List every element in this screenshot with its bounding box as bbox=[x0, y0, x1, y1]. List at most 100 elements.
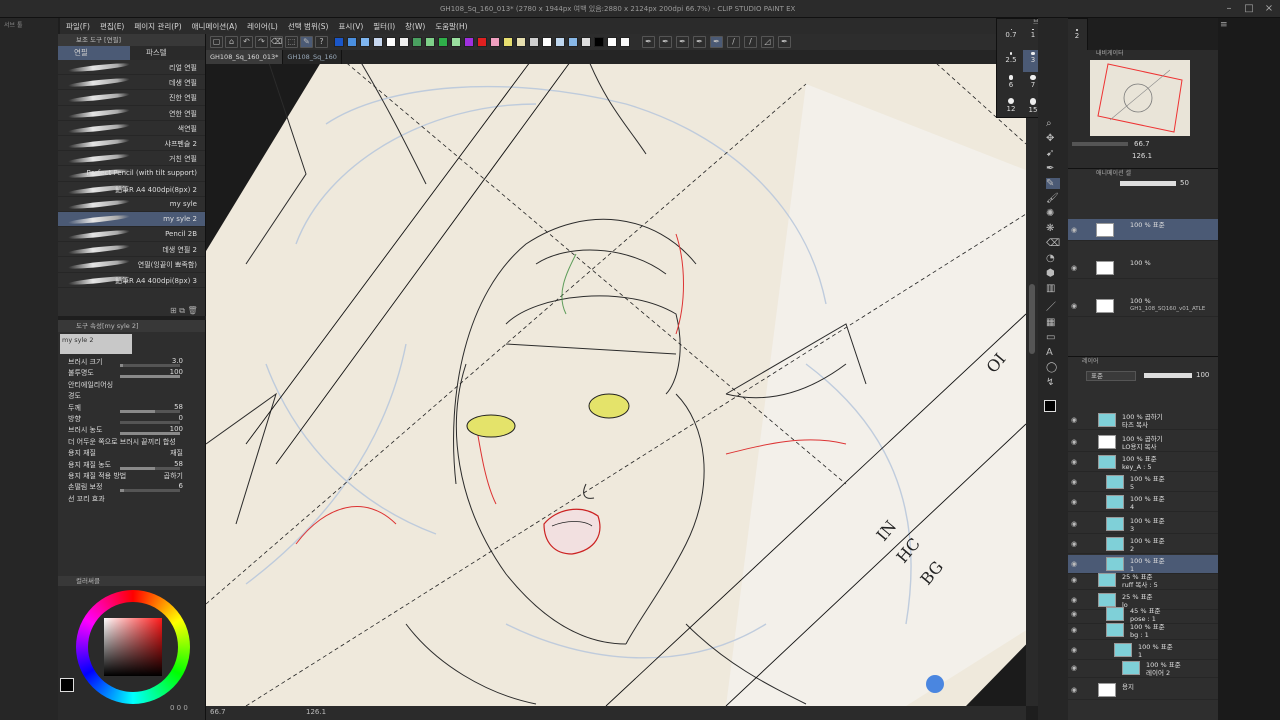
brush-item[interactable]: Pencil 2B bbox=[58, 227, 205, 243]
color-swatch-14[interactable] bbox=[516, 37, 526, 47]
brush-item[interactable]: 거친 연필 bbox=[58, 151, 205, 167]
animation-layer-row[interactable]: ◉ 100 % GH1_108_SQ160_v01_ATLE bbox=[1068, 295, 1218, 317]
main-color-swatch[interactable] bbox=[60, 678, 74, 692]
layer-opacity-slider[interactable] bbox=[1144, 373, 1192, 378]
color-swatch-22[interactable] bbox=[620, 37, 630, 47]
color-swatch-16[interactable] bbox=[542, 37, 552, 47]
blend-mode-select[interactable]: 표준 bbox=[1086, 371, 1136, 381]
panel-menu-icon[interactable]: ≡ bbox=[1220, 20, 1228, 30]
brush-item[interactable]: 색연필 bbox=[58, 121, 205, 136]
visibility-eye-icon[interactable]: ◉ bbox=[1070, 438, 1078, 446]
navigator-zoom[interactable]: 66.7 bbox=[1134, 140, 1150, 148]
brush-item[interactable]: 샤프펜슬 2 bbox=[58, 136, 205, 152]
subtool-actions-icons[interactable]: ⊞ ⧉ 🗑 bbox=[170, 306, 198, 316]
color-swatch-20[interactable] bbox=[594, 37, 604, 47]
menu-item-9[interactable]: 도움말(H) bbox=[435, 21, 467, 32]
visibility-eye-icon[interactable]: ◉ bbox=[1070, 664, 1078, 672]
color-swatch-7[interactable] bbox=[425, 37, 435, 47]
correct-line-tool-icon[interactable]: ↯ bbox=[1046, 377, 1060, 388]
tab-pencil[interactable]: 연필 bbox=[58, 46, 130, 60]
color-swatch-9[interactable] bbox=[451, 37, 461, 47]
layer-row[interactable]: ◉ 100 % 표준 1 bbox=[1068, 641, 1218, 660]
tab-document-2[interactable]: GH108_Sq_160 bbox=[283, 50, 342, 64]
pencil-tool-icon-dock[interactable]: ✎ bbox=[1046, 178, 1061, 189]
eraser-tool-icon[interactable]: ⌫ bbox=[1046, 238, 1060, 249]
zoom-tool-icon[interactable]: ⌕ bbox=[1046, 118, 1060, 129]
navigator-thumbnail[interactable] bbox=[1090, 60, 1190, 136]
color-swatch-13[interactable] bbox=[503, 37, 513, 47]
visibility-eye-icon[interactable]: ◉ bbox=[1070, 302, 1078, 310]
brush-item[interactable]: my syle bbox=[58, 197, 205, 212]
color-swatch-10[interactable] bbox=[464, 37, 474, 47]
color-swatch-2[interactable] bbox=[360, 37, 370, 47]
fill-tool-icon[interactable]: ⬢ bbox=[1046, 268, 1060, 279]
help-icon[interactable]: ? bbox=[315, 36, 328, 48]
layer-row[interactable]: ◉ 100 % 표준 bg : 1 bbox=[1068, 621, 1218, 640]
layer-row[interactable]: ◉ 100 % 표준 key_A : 5 bbox=[1068, 453, 1218, 472]
property-row[interactable]: 손떨림 보정 6 bbox=[58, 481, 205, 493]
menu-item-4[interactable]: 레이어(L) bbox=[247, 21, 278, 32]
canvas-drawing[interactable]: OI IN HC BG bbox=[206, 64, 1026, 706]
property-value[interactable]: 곱하기 bbox=[164, 471, 183, 481]
property-row[interactable]: 용지 재질 적용 방법 곱하기 bbox=[58, 470, 205, 481]
operation-tool-icon[interactable]: ➹ bbox=[1046, 148, 1060, 159]
visibility-eye-icon[interactable]: ◉ bbox=[1070, 458, 1078, 466]
color-swatch-4[interactable] bbox=[386, 37, 396, 47]
visibility-eye-icon[interactable]: ◉ bbox=[1070, 646, 1078, 654]
pen-tool-icon-dock[interactable]: ✒ bbox=[1046, 163, 1060, 174]
animation-opacity-value[interactable]: 50 bbox=[1180, 179, 1189, 187]
color-swatch-11[interactable] bbox=[477, 37, 487, 47]
property-row[interactable]: 방향 0 bbox=[58, 413, 205, 424]
layer-row[interactable]: ◉ 용지 bbox=[1068, 681, 1218, 700]
color-swatch-19[interactable] bbox=[581, 37, 591, 47]
animation-layer-row[interactable]: ◉ 100 % bbox=[1068, 257, 1218, 279]
foreground-color-icon[interactable] bbox=[1044, 400, 1056, 412]
property-row[interactable]: 더 어두운 쪽으로 브러시 끝끼리 합성 bbox=[58, 436, 205, 447]
brush-item[interactable]: my syle 2 bbox=[58, 211, 205, 228]
visibility-eye-icon[interactable]: ◉ bbox=[1070, 596, 1078, 604]
menu-item-3[interactable]: 애니메이션(A) bbox=[192, 21, 237, 32]
color-swatch-21[interactable] bbox=[607, 37, 617, 47]
visibility-eye-icon[interactable]: ◉ bbox=[1070, 416, 1078, 424]
color-wheel[interactable] bbox=[76, 590, 190, 704]
navigator-rotation[interactable]: 126.1 bbox=[1132, 152, 1152, 160]
layer-row[interactable]: ◉ 100 % 곱하기 타즈 복사 bbox=[1068, 411, 1218, 430]
pen-tool-icon-3[interactable]: ✒ bbox=[676, 36, 689, 48]
text-tool-icon[interactable]: A bbox=[1046, 347, 1060, 358]
visibility-eye-icon[interactable]: ◉ bbox=[1070, 498, 1078, 506]
color-swatch-5[interactable] bbox=[399, 37, 409, 47]
close-icon[interactable]: × bbox=[1262, 2, 1276, 16]
tab-document-1[interactable]: GH108_Sq_160_013* bbox=[206, 50, 284, 64]
canvas-area[interactable]: OI IN HC BG bbox=[206, 64, 1026, 706]
color-swatch-15[interactable] bbox=[529, 37, 539, 47]
layer-row[interactable]: ◉ 100 % 표준 레이어 2 bbox=[1068, 659, 1218, 678]
property-row[interactable]: 두께 58 bbox=[58, 402, 205, 413]
menu-item-0[interactable]: 파일(F) bbox=[66, 21, 90, 32]
balloon-tool-icon[interactable]: ◯ bbox=[1046, 362, 1060, 373]
visibility-eye-icon[interactable]: ◉ bbox=[1070, 686, 1078, 694]
color-swatch-3[interactable] bbox=[373, 37, 383, 47]
brush-item[interactable]: 데생 연필 bbox=[58, 75, 205, 91]
pencil-icon[interactable]: ✎ bbox=[300, 36, 313, 48]
move-tool-icon[interactable]: ✥ bbox=[1046, 133, 1060, 144]
navigator-zoom-slider[interactable] bbox=[1072, 142, 1128, 146]
visibility-eye-icon[interactable]: ◉ bbox=[1070, 478, 1078, 486]
brush-preset-preview[interactable]: my syle 2 bbox=[60, 334, 132, 354]
new-icon[interactable]: ▢ bbox=[210, 36, 223, 48]
redo-icon[interactable]: ↷ bbox=[255, 36, 268, 48]
layer-row[interactable]: ◉ 25 % 표준 ruff 복사 : 5 bbox=[1068, 571, 1218, 590]
line-tool-icon-2[interactable]: / bbox=[744, 36, 757, 48]
property-row[interactable]: 경도 bbox=[58, 390, 205, 401]
color-swatch-1[interactable] bbox=[347, 37, 357, 47]
property-row[interactable]: 브러시 농도 100 bbox=[58, 424, 205, 436]
color-swatch-0[interactable] bbox=[334, 37, 344, 47]
gradient-tool-icon[interactable]: ▥ bbox=[1046, 283, 1060, 294]
menu-item-7[interactable]: 필터(I) bbox=[373, 21, 395, 32]
pen-tool-icon-4[interactable]: ✒ bbox=[693, 36, 706, 48]
brush-item[interactable]: 연필(잉끝이 뾰족함) bbox=[58, 257, 205, 273]
layer-row[interactable]: ◉ 100 % 표준 4 bbox=[1068, 493, 1218, 512]
visibility-eye-icon[interactable]: ◉ bbox=[1070, 226, 1078, 234]
menu-item-6[interactable]: 표시(V) bbox=[338, 21, 363, 32]
brush-item[interactable]: Perfect Pencil (with tilt support) bbox=[58, 166, 205, 182]
visibility-eye-icon[interactable]: ◉ bbox=[1070, 610, 1078, 618]
